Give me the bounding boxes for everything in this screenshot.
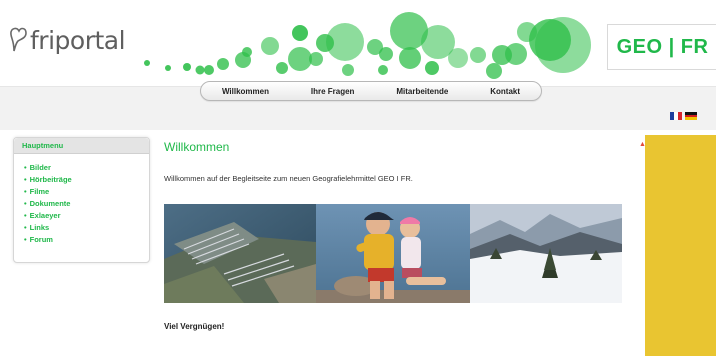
main-nav: Willkommen Ihre Fragen Mitarbeitende Kon… [200, 81, 542, 101]
photo-strip [164, 204, 622, 303]
sidebar-item-dokumente[interactable]: • Dokumente [24, 198, 149, 210]
logo-mark-icon [10, 27, 27, 52]
sidebar-item-hoerbeitraege[interactable]: • Hörbeiträge [24, 174, 149, 186]
sidebar-list: • Bilder • Hörbeiträge • Filme • Dokumente •… [14, 162, 149, 246]
french-flag-icon[interactable] [670, 112, 682, 120]
sidebar-item-bilder[interactable]: • Bilder [24, 162, 149, 174]
harbor-aerial-photo [164, 204, 316, 303]
sidebar-title: Hauptmenu [14, 138, 149, 154]
product-badge[interactable]: GEO | FR [607, 24, 716, 70]
sidebar-item-exlaeyer[interactable]: • Exlaeyer [24, 210, 149, 222]
page-title: Willkommen [164, 140, 230, 154]
logo-text: friportal [30, 25, 126, 55]
nav-kontakt[interactable]: Kontakt [490, 87, 520, 96]
sidebar-item-forum[interactable]: • Forum [24, 234, 149, 246]
language-switcher [670, 112, 697, 121]
friportal-logo[interactable]: friportal [8, 22, 126, 58]
sidebar-item-filme[interactable]: • Filme [24, 186, 149, 198]
sidebar-item-links[interactable]: • Links [24, 222, 149, 234]
header: friportal GEO | FR [0, 0, 716, 86]
nav-ihre-fragen[interactable]: Ihre Fragen [311, 87, 355, 96]
right-side-panel [645, 135, 716, 356]
winter-landscape-photo [470, 204, 622, 303]
children-photo [316, 204, 470, 303]
nav-mitarbeitende[interactable]: Mitarbeitende [396, 87, 448, 96]
german-flag-icon[interactable] [685, 112, 697, 121]
nav-willkommen[interactable]: Willkommen [222, 87, 269, 96]
sidebar-menu: Hauptmenu • Bilder • Hörbeiträge • Filme • D… [13, 137, 150, 263]
intro-text: Willkommen auf der Begleitseite zum neue… [164, 174, 413, 183]
closing-text: Viel Vergnügen! [164, 322, 225, 331]
